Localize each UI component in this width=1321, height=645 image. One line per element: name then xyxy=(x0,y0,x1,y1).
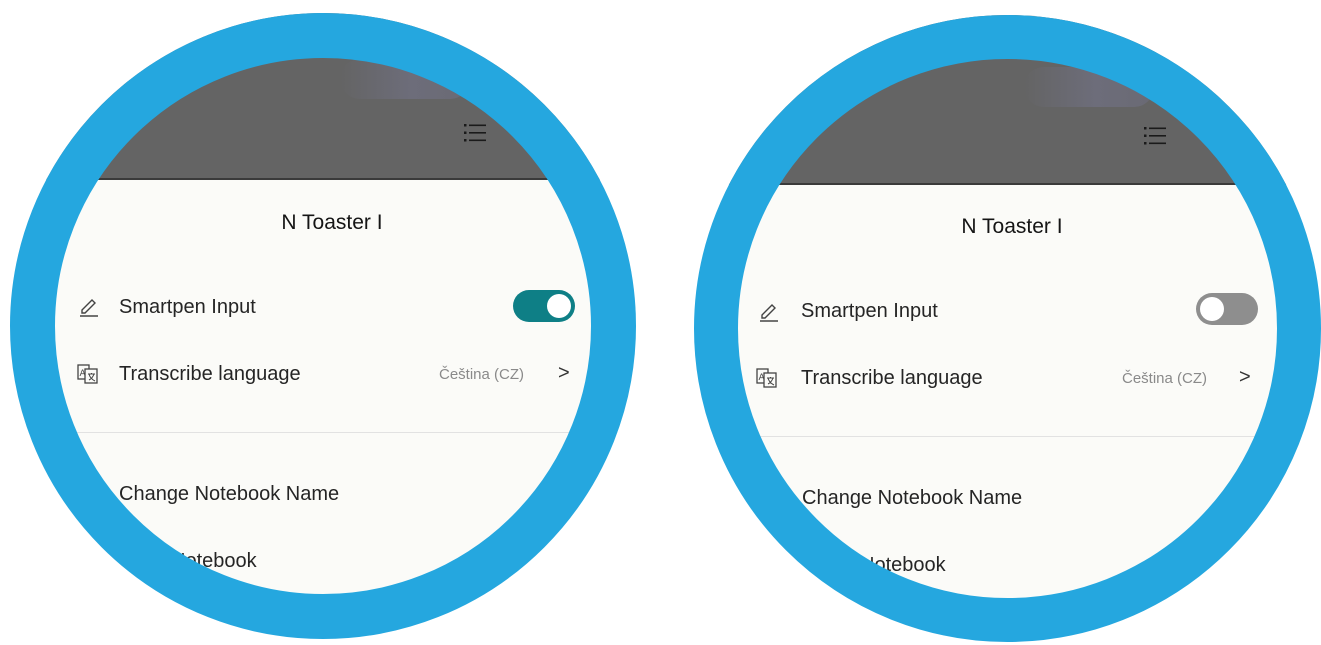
chevron-right-icon[interactable]: > xyxy=(558,362,570,385)
header-bar xyxy=(694,15,1321,185)
toggle-knob xyxy=(1200,297,1224,321)
smartpen-input-toggle[interactable] xyxy=(513,290,575,322)
pencil-icon xyxy=(78,295,100,317)
device-name-title: N Toaster I xyxy=(281,211,383,234)
header-blurred-element xyxy=(340,59,470,99)
notebook-item[interactable]: Notebook xyxy=(860,554,946,577)
notebook-item[interactable]: Notebook xyxy=(171,550,257,573)
change-notebook-name-item[interactable]: Change Notebook Name xyxy=(119,483,339,506)
translate-icon: A xyxy=(77,363,99,385)
smartpen-input-label: Smartpen Input xyxy=(801,300,938,322)
pencil-icon xyxy=(758,300,780,322)
transcribe-language-label[interactable]: Transcribe language xyxy=(119,363,301,386)
transcribe-language-value[interactable]: Čeština (CZ) xyxy=(439,366,524,383)
transcribe-language-label[interactable]: Transcribe language xyxy=(801,367,983,390)
left-zoom-panel: N Toaster I Smartpen Input A Transcribe … xyxy=(10,13,636,639)
right-zoom-panel: N Toaster I Smartpen Input A Transcribe … xyxy=(694,15,1321,642)
list-icon[interactable] xyxy=(1144,126,1166,146)
svg-text:A: A xyxy=(80,369,87,379)
device-name-title: N Toaster I xyxy=(961,215,1063,238)
smartpen-input-label: Smartpen Input xyxy=(119,296,256,318)
section-divider xyxy=(10,432,636,433)
toggle-knob xyxy=(547,294,571,318)
svg-text:A: A xyxy=(759,373,766,383)
header-blurred-element xyxy=(1024,67,1154,107)
chevron-right-icon[interactable]: > xyxy=(1239,366,1251,389)
smartpen-input-toggle[interactable] xyxy=(1196,293,1258,325)
header-bar xyxy=(10,13,636,180)
list-icon[interactable] xyxy=(464,123,486,143)
transcribe-language-value[interactable]: Čeština (CZ) xyxy=(1122,370,1207,387)
section-divider xyxy=(694,436,1321,437)
translate-icon: A xyxy=(756,367,778,389)
change-notebook-name-item[interactable]: Change Notebook Name xyxy=(802,487,1022,510)
